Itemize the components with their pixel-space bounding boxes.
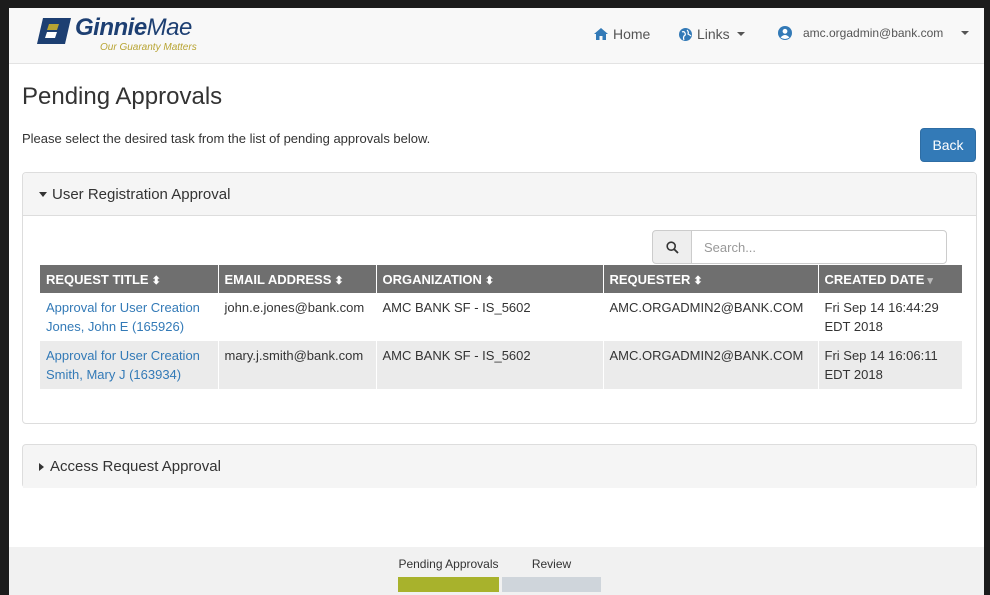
sort-icon: ⬍ [334, 274, 344, 287]
column-header-created-date[interactable]: CREATED DATE ▾ [818, 265, 962, 293]
globe-icon [679, 27, 692, 41]
sort-icon: ⬍ [151, 274, 161, 287]
column-header-organization[interactable]: ORGANIZATION ⬍ [376, 265, 604, 293]
pending-approvals-table: REQUEST TITLE ⬍ EMAIL ADDRESS ⬍ ORGANIZATI… [40, 265, 962, 389]
request-title-link[interactable]: Approval for User Creation [46, 298, 212, 317]
column-header-requester[interactable]: REQUESTER ⬍ [603, 265, 819, 293]
chevron-down-icon [961, 31, 970, 35]
request-title-link[interactable]: Approval for User Creation [46, 346, 212, 365]
organization-cell: AMC BANK SF - IS_5602 [376, 341, 604, 389]
window-frame-top [0, 0, 990, 8]
user-circle-icon [778, 26, 792, 40]
back-button[interactable]: Back [920, 128, 976, 162]
nav-links-dropdown[interactable]: Links [679, 26, 745, 42]
progress-step-bar-inactive [502, 577, 601, 592]
progress-step-label: Review [531, 557, 572, 571]
request-title-link-subject[interactable]: Smith, Mary J (163934) [46, 365, 212, 384]
request-title-link-subject[interactable]: Jones, John E (165926) [46, 317, 212, 336]
search-icon-addon [652, 230, 692, 264]
progress-footer: Pending Approvals Review [9, 547, 984, 595]
progress-step-pending-approvals: Pending Approvals [398, 557, 499, 592]
nav-user-email: amc.orgadmin@bank.com [803, 26, 944, 40]
access-request-panel: Access Request Approval [22, 444, 977, 488]
ginnie-mae-logo[interactable]: GinnieMae Our Guaranty Matters [37, 14, 257, 58]
window-frame-right [984, 0, 990, 595]
nav-links-label: Links [697, 26, 730, 42]
requester-cell: AMC.ORGADMIN2@BANK.COM [603, 341, 819, 389]
email-cell: john.e.jones@bank.com [218, 293, 377, 341]
sort-desc-icon: ▾ [927, 274, 933, 287]
top-navbar: GinnieMae Our Guaranty Matters Home Link… [9, 8, 984, 64]
column-header-request-title[interactable]: REQUEST TITLE ⬍ [40, 265, 219, 293]
nav-home-link[interactable]: Home [594, 26, 650, 42]
page-title: Pending Approvals [22, 83, 223, 110]
requester-cell: AMC.ORGADMIN2@BANK.COM [603, 293, 819, 341]
created-date-line: Fri Sep 14 16:06:11 [824, 348, 938, 363]
user-registration-panel: User Registration Approval REQUEST TITLE… [22, 172, 977, 424]
search-icon [665, 240, 679, 254]
logo-mark-icon [37, 18, 71, 44]
search-box [652, 230, 947, 264]
caret-right-icon [39, 462, 44, 471]
created-date-cell: Fri Sep 14 16:44:29 EDT 2018 [818, 293, 962, 341]
nav-home-label: Home [613, 26, 651, 42]
request-title-cell[interactable]: Approval for User Creation Jones, John E… [40, 293, 219, 341]
panel-heading-label: Access Request Approval [50, 458, 221, 475]
sort-icon: ⬍ [484, 274, 495, 287]
home-icon [594, 28, 608, 40]
created-date-cell: Fri Sep 14 16:06:11 EDT 2018 [818, 341, 962, 389]
progress-step-bar-active [398, 577, 499, 592]
nav-user-dropdown[interactable]: amc.orgadmin@bank.com [778, 26, 970, 40]
sort-icon: ⬍ [693, 274, 703, 287]
email-cell: mary.j.smith@bank.com [218, 341, 377, 389]
caret-down-icon [39, 191, 47, 197]
request-title-cell[interactable]: Approval for User Creation Smith, Mary J… [40, 341, 219, 389]
table-row[interactable]: Approval for User Creation Jones, John E… [40, 293, 962, 341]
search-input[interactable] [691, 230, 947, 264]
table-header-row: REQUEST TITLE ⬍ EMAIL ADDRESS ⬍ ORGANIZATI… [40, 265, 962, 293]
window-frame-left [0, 0, 9, 595]
progress-step-review: Review [502, 557, 601, 592]
logo-tagline: Our Guaranty Matters [100, 42, 197, 53]
page-instructions: Please select the desired task from the … [22, 131, 431, 146]
panel-heading-label: User Registration Approval [52, 185, 231, 203]
created-date-line: Fri Sep 14 16:44:29 [824, 300, 939, 315]
access-request-panel-toggle[interactable]: Access Request Approval [23, 445, 976, 488]
column-header-email-address[interactable]: EMAIL ADDRESS ⬍ [218, 265, 377, 293]
progress-step-label: Pending Approvals [398, 557, 499, 571]
organization-cell: AMC BANK SF - IS_5602 [376, 293, 604, 341]
chevron-down-icon [736, 32, 745, 36]
logo-wordmark: GinnieMae [75, 14, 192, 41]
created-date-zone: EDT 2018 [824, 367, 883, 382]
table-row[interactable]: Approval for User Creation Smith, Mary J… [40, 341, 962, 389]
created-date-zone: EDT 2018 [824, 319, 883, 334]
user-registration-panel-toggle[interactable]: User Registration Approval [23, 173, 976, 216]
